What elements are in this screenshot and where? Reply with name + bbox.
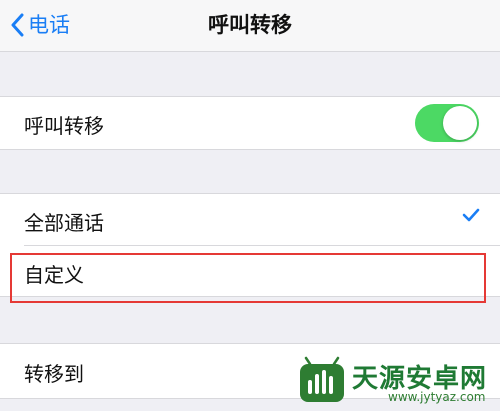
page-title: 呼叫转移 (208, 13, 292, 37)
forward-to-label: 转移到 (24, 362, 84, 386)
option-all-calls[interactable]: 全部通话 (0, 194, 500, 246)
watermark-url: www.jytyaz.com (388, 390, 486, 404)
call-forwarding-label: 呼叫转移 (24, 114, 104, 138)
toggle-knob (443, 106, 477, 140)
navigation-bar: 电话 呼叫转移 (0, 0, 500, 52)
option-all-calls-label: 全部通话 (24, 211, 104, 235)
android-logo-icon (300, 356, 344, 402)
watermark: 天源安卓网 www.jytyaz.com (296, 356, 492, 406)
call-forwarding-toggle[interactable] (415, 104, 479, 142)
checkmark-icon (462, 208, 480, 222)
highlight-box (10, 253, 486, 303)
row-separator (24, 245, 500, 246)
